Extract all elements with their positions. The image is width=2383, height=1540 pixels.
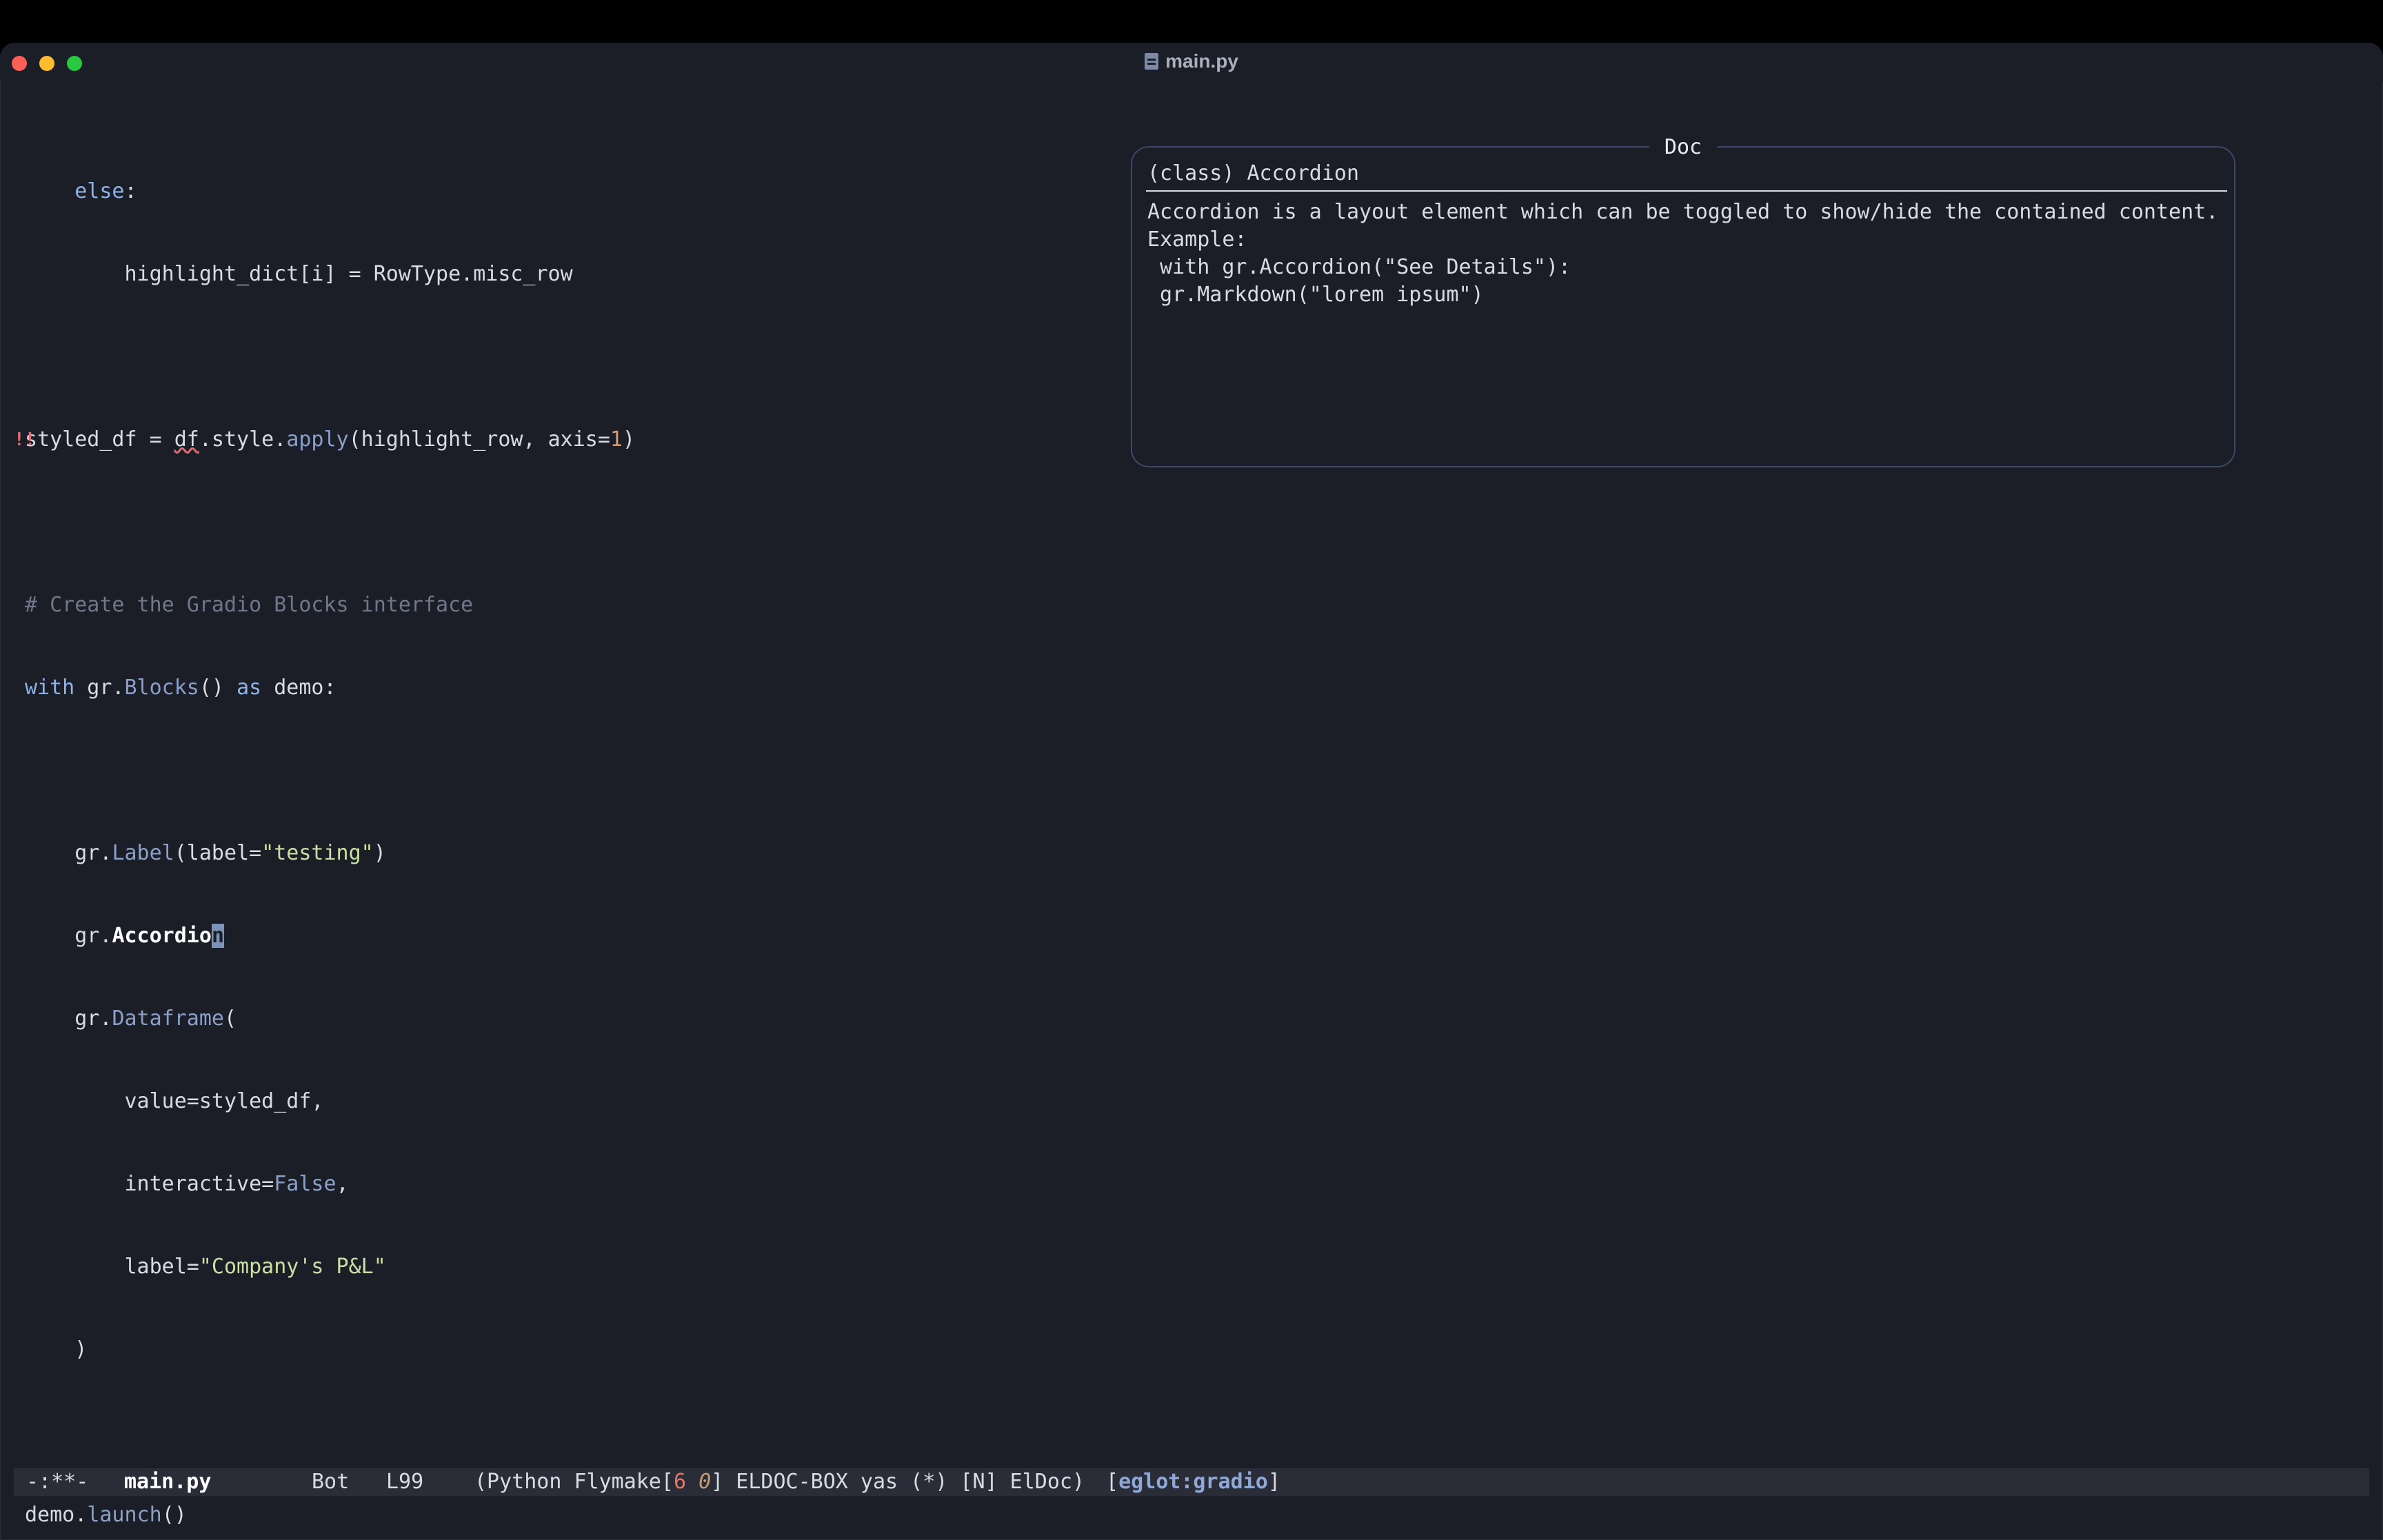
line-number: L99 bbox=[386, 1470, 424, 1494]
doc-line: Example: bbox=[1147, 227, 1247, 252]
buffer-state: -:**- bbox=[26, 1470, 89, 1494]
code-editor[interactable]: else: highlight_dict[i] = RowType.misc_r… bbox=[14, 123, 635, 1540]
doc-divider bbox=[1146, 190, 2227, 192]
major-mode-indicator[interactable]: (Python Flymake[6 0] ELDOC-BOX yas (*) [… bbox=[474, 1468, 1085, 1496]
doc-line: with gr.Accordion("See Details"): bbox=[1147, 255, 1571, 279]
eldoc-box-popup: Doc (class) Accordion Accordion is a lay… bbox=[1131, 135, 2235, 467]
doc-body: Accordion is a layout element which can … bbox=[1147, 199, 2218, 309]
code-line: gr.Accordion bbox=[74, 924, 224, 948]
code-line: !! styled_df = df.style.apply(highlight_r… bbox=[14, 426, 635, 454]
file-icon bbox=[1145, 53, 1159, 70]
editor-window: main.py else: highlight_dict[i] = RowTyp… bbox=[0, 43, 2383, 1540]
code-line: interactive=False, bbox=[124, 1172, 349, 1196]
flymake-error-squiggle: df bbox=[174, 427, 199, 452]
code-line: gr.Label(label="testing") bbox=[74, 841, 386, 865]
doc-signature: (class) Accordion bbox=[1147, 161, 1360, 185]
code-line: gr.Dataframe( bbox=[74, 1006, 237, 1031]
eglot-indicator[interactable]: [eglot:gradio] bbox=[1106, 1468, 1280, 1496]
flymake-warning-count: 0 bbox=[698, 1470, 712, 1494]
text-cursor: n bbox=[211, 924, 224, 948]
flymake-error-count: 6 bbox=[673, 1470, 687, 1494]
flymake-error-marker: !! bbox=[14, 429, 36, 450]
doc-popup-title: Doc bbox=[1132, 135, 2234, 159]
code-line: label="Company's P&L" bbox=[124, 1255, 386, 1279]
doc-line: Accordion is a layout element which can … bbox=[1147, 200, 2219, 224]
buffer-name[interactable]: main.py bbox=[124, 1468, 211, 1496]
mode-line: -:**- main.py Bot L99 (Python Flymake[6 … bbox=[14, 1468, 2369, 1496]
window-title-text: main.py bbox=[1165, 50, 1238, 72]
code-line: else: bbox=[74, 179, 137, 203]
code-comment: # Create the Gradio Blocks interface bbox=[25, 593, 474, 617]
doc-line: gr.Markdown("lorem ipsum") bbox=[1147, 283, 1484, 307]
code-line: highlight_dict[i] = RowType.misc_row bbox=[124, 262, 573, 286]
title-bar: main.py bbox=[0, 43, 2383, 81]
window-title: main.py bbox=[0, 50, 2383, 72]
code-line: demo.launch() bbox=[25, 1503, 187, 1527]
code-line: with gr.Blocks() as demo: bbox=[25, 676, 336, 700]
code-line: value=styled_df, bbox=[124, 1089, 324, 1113]
scroll-position: Bot bbox=[312, 1470, 350, 1494]
code-line: ) bbox=[74, 1337, 88, 1361]
